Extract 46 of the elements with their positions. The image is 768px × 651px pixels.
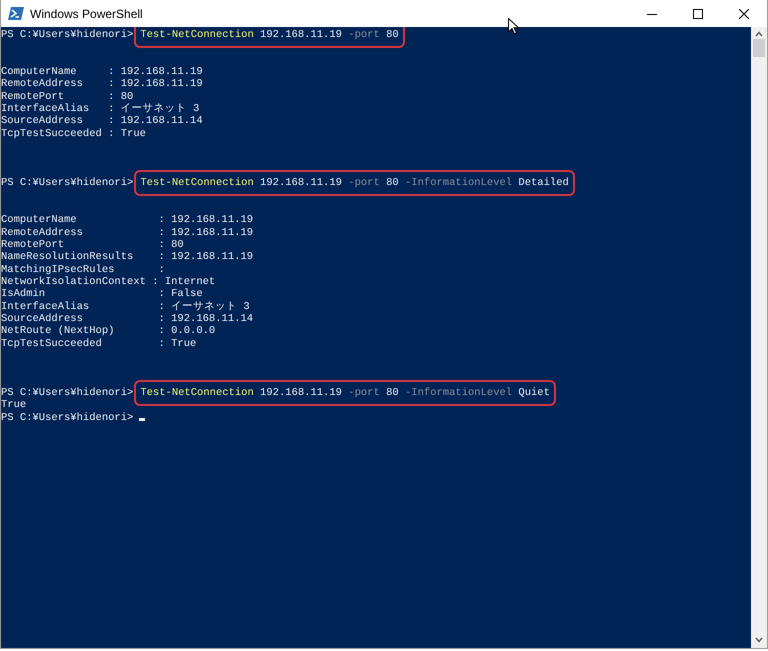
output-line: SourceAddress : 192.168.11.14: [1, 115, 203, 128]
parameter-name: -port: [348, 29, 380, 41]
scroll-up-icon[interactable]: [755, 31, 763, 37]
window-title: Windows PowerShell: [30, 6, 143, 22]
prompt-text: PS C:¥Users¥hidenori>: [1, 29, 134, 41]
maximize-icon[interactable]: [693, 8, 703, 18]
output-line: TcpTestSucceeded : True: [1, 338, 196, 350]
parameter-name: -InformationLevel: [404, 177, 512, 190]
output-line: True: [1, 399, 26, 412]
parameter-name: -port: [348, 177, 380, 190]
output-line: ComputerName : 192.168.11.19: [1, 66, 203, 78]
scrollbar[interactable]: [751, 27, 767, 648]
argument-text: 192.168.11.19: [260, 177, 342, 190]
cmdlet-name: Test-NetConnection: [140, 29, 254, 41]
close-icon[interactable]: [739, 8, 749, 18]
parameter-name: -InformationLevel: [404, 386, 512, 399]
argument-text: 80: [386, 177, 399, 190]
output-line: NetworkIsolationContext : Internet: [1, 276, 216, 288]
prompt-text: PS C:¥Users¥hidenori>: [1, 386, 134, 399]
argument-text: 192.168.11.19: [260, 29, 342, 41]
output-line: IsAdmin : False: [1, 288, 203, 300]
output-line: RemoteAddress : 192.168.11.19: [1, 226, 254, 238]
output-line: NameResolutionResults : 192.168.11.19: [1, 251, 254, 264]
argument-text: 80: [386, 386, 399, 399]
output-line: ComputerName : 192.168.11.19: [1, 214, 254, 226]
prompt-text: PS C:¥Users¥hidenori>: [1, 412, 134, 424]
output-line: RemotePort : 80: [1, 238, 184, 251]
scrollbar-thumb[interactable]: [753, 39, 765, 57]
output-line: TcpTestSucceeded : True: [1, 128, 146, 140]
output-line: MatchingIPsecRules :: [1, 264, 165, 276]
scroll-down-icon[interactable]: [755, 637, 763, 643]
output-line: RemotePort : 80: [1, 90, 134, 103]
argument-text: Quiet: [518, 386, 550, 399]
parameter-name: -port: [348, 386, 380, 399]
argument-text: 192.168.11.19: [260, 386, 342, 399]
output-line: SourceAddress : 192.168.11.14: [1, 312, 254, 325]
argument-text: Detailed: [518, 177, 569, 190]
cmdlet-name: Test-NetConnection: [140, 177, 254, 190]
prompt-text: PS C:¥Users¥hidenori>: [1, 177, 134, 190]
argument-text: 80: [386, 29, 399, 41]
output-line: NetRoute (NextHop) : 0.0.0.0: [1, 325, 216, 338]
output-line: RemoteAddress : 192.168.11.19: [1, 78, 203, 90]
cmdlet-name: Test-NetConnection: [140, 386, 254, 399]
powershell-icon: [8, 7, 24, 20]
output-line: InterfaceAlias : イーサネット 3: [1, 103, 200, 116]
output-line: InterfaceAlias : イーサネット 3: [1, 300, 250, 313]
